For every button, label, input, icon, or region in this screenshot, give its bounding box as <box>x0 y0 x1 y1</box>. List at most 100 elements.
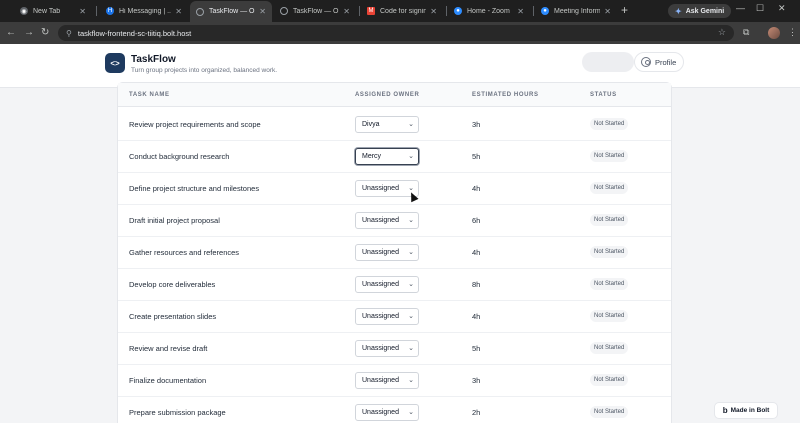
close-tab-icon[interactable]: ✕ <box>175 7 182 16</box>
globe-icon <box>280 7 288 15</box>
chevron-down-icon: ⌄ <box>408 313 414 320</box>
owner-select[interactable]: Unassigned ⌄ <box>355 340 419 357</box>
task-table-card: Task Name Assigned Owner Estimated Hours… <box>117 82 672 423</box>
task-name: Prepare submission package <box>129 408 226 417</box>
close-tab-icon[interactable]: ✕ <box>604 7 611 16</box>
url-text: taskflow-frontend-sc-tiitiq.bolt.host <box>77 28 192 38</box>
owner-select[interactable]: Unassigned ⌄ <box>355 244 419 261</box>
estimated-hours: 6h <box>472 216 481 225</box>
owner-select[interactable]: Unassigned ⌄ <box>355 308 419 325</box>
tab-title: New Tab <box>33 7 61 15</box>
estimated-hours: 5h <box>472 344 481 353</box>
owner-value: Unassigned <box>362 249 399 256</box>
table-row: Conduct background research Mercy ⌄ 5h No… <box>118 141 671 173</box>
reload-icon[interactable]: ↻ <box>41 26 49 40</box>
column-header-status: Status <box>590 92 617 98</box>
forward-arrow-icon[interactable]: → <box>24 26 34 40</box>
table-row: Create presentation slides Unassigned ⌄ 4… <box>118 301 671 333</box>
tab-new-tab[interactable]: ◉ New Tab ✕ <box>14 2 92 20</box>
bolt-logo-icon: b <box>722 406 728 415</box>
profile-button[interactable]: Profile <box>634 52 684 72</box>
owner-value: Unassigned <box>362 217 399 224</box>
chevron-down-icon: ⌄ <box>408 121 414 128</box>
close-tab-icon[interactable]: ✕ <box>430 7 437 16</box>
column-header-assigned-owner: Assigned Owner <box>355 92 420 98</box>
blurred-element <box>582 52 634 72</box>
table-row: Prepare submission package Unassigned ⌄ 2… <box>118 397 671 423</box>
estimated-hours: 5h <box>472 152 481 161</box>
address-bar[interactable]: ⚲ taskflow-frontend-sc-tiitiq.bolt.host … <box>58 25 734 41</box>
column-header-task-name: Task Name <box>129 92 170 98</box>
estimated-hours: 3h <box>472 120 481 129</box>
task-name: Define project structure and milestones <box>129 184 260 193</box>
bookmark-star-icon[interactable]: ☆ <box>718 27 726 38</box>
table-row: Review and revise draft Unassigned ⌄ 5h N… <box>118 333 671 365</box>
taskflow-logo-icon: <> <box>105 53 125 73</box>
gmail-icon: M <box>367 7 375 15</box>
app-title: TaskFlow <box>131 54 176 65</box>
status-badge: Not Started <box>590 118 629 130</box>
tab-taskflow-active[interactable]: TaskFlow — Org... ✕ <box>190 1 272 22</box>
tab-gmail[interactable]: M Code for signing... ✕ <box>361 2 443 20</box>
owner-select[interactable]: Unassigned ⌄ <box>355 212 419 229</box>
close-window-icon[interactable]: ✕ <box>778 3 786 14</box>
owner-value: Unassigned <box>362 377 399 384</box>
site-info-icon[interactable]: ⚲ <box>66 29 72 38</box>
owner-select[interactable]: Unassigned ⌄ <box>355 404 419 421</box>
tab-title: Code for signing... <box>380 7 427 15</box>
chevron-down-icon: ⌄ <box>408 217 414 224</box>
estimated-hours: 4h <box>472 248 481 257</box>
page-content: <> TaskFlow Turn group projects into org… <box>0 44 800 423</box>
tab-zoom-meeting[interactable]: ● Meeting Informa... ✕ <box>535 2 617 20</box>
ask-gemini-button[interactable]: ✦ Ask Gemini <box>668 4 732 18</box>
tab-zoom-home[interactable]: ● Home - Zoom ✕ <box>448 2 530 20</box>
bolt-badge-label: Made in Bolt <box>730 407 770 414</box>
gemini-spark-icon: ✦ <box>675 6 682 16</box>
messaging-icon: H <box>106 7 114 15</box>
close-tab-icon[interactable]: ✕ <box>343 7 350 16</box>
app-subtitle: Turn group projects into organized, bala… <box>131 67 278 74</box>
owner-value: Unassigned <box>362 345 399 352</box>
table-row: Review project requirements and scope Di… <box>118 109 671 141</box>
menu-kebab-icon[interactable]: ⋮ <box>788 27 797 38</box>
new-tab-button[interactable]: + <box>621 3 628 17</box>
close-tab-icon[interactable]: ✕ <box>79 7 86 16</box>
made-in-bolt-badge[interactable]: b Made in Bolt <box>714 402 778 419</box>
tab-taskflow[interactable]: TaskFlow — Org... ✕ <box>274 2 356 20</box>
task-name: Draft initial project proposal <box>129 216 220 225</box>
tab-messaging[interactable]: H Hi Messaging | ... ✕ <box>100 2 188 20</box>
maximize-icon[interactable]: ☐ <box>756 3 764 14</box>
status-badge: Not Started <box>590 310 629 322</box>
back-arrow-icon[interactable]: ← <box>6 26 16 40</box>
extensions-icon[interactable]: ⧉ <box>743 27 749 38</box>
browser-tab-strip: ◉ New Tab ✕ H Hi Messaging | ... ✕ TaskF… <box>0 0 800 22</box>
task-name: Review project requirements and scope <box>129 120 261 129</box>
status-badge: Not Started <box>590 342 629 354</box>
close-tab-icon[interactable]: ✕ <box>259 7 266 16</box>
owner-select[interactable]: Mercy ⌄ <box>355 148 419 165</box>
minimize-icon[interactable]: — <box>736 3 745 13</box>
owner-select[interactable]: Unassigned ⌄ <box>355 276 419 293</box>
status-badge: Not Started <box>590 182 629 194</box>
close-tab-icon[interactable]: ✕ <box>517 7 524 16</box>
chevron-down-icon: ⌄ <box>408 345 414 352</box>
estimated-hours: 4h <box>472 312 481 321</box>
chevron-down-icon: ⌄ <box>408 377 414 384</box>
table-row: Draft initial project proposal Unassigne… <box>118 205 671 237</box>
owner-select[interactable]: Unassigned ⌄ <box>355 372 419 389</box>
estimated-hours: 4h <box>472 184 481 193</box>
task-name: Review and revise draft <box>129 344 208 353</box>
owner-value: Divya <box>362 121 380 128</box>
column-header-estimated-hours: Estimated Hours <box>472 92 539 98</box>
estimated-hours: 3h <box>472 376 481 385</box>
task-name: Finalize documentation <box>129 376 207 385</box>
status-badge: Not Started <box>590 406 629 418</box>
task-name: Develop core deliverables <box>129 280 216 289</box>
browser-profile-avatar[interactable] <box>768 27 780 39</box>
table-row: Develop core deliverables Unassigned ⌄ 8h… <box>118 269 671 301</box>
owner-select[interactable]: Divya ⌄ <box>355 116 419 133</box>
chevron-down-icon: ⌄ <box>408 281 414 288</box>
chevron-down-icon: ⌄ <box>408 249 414 256</box>
status-badge: Not Started <box>590 374 629 386</box>
zoom-icon: ● <box>454 7 462 15</box>
